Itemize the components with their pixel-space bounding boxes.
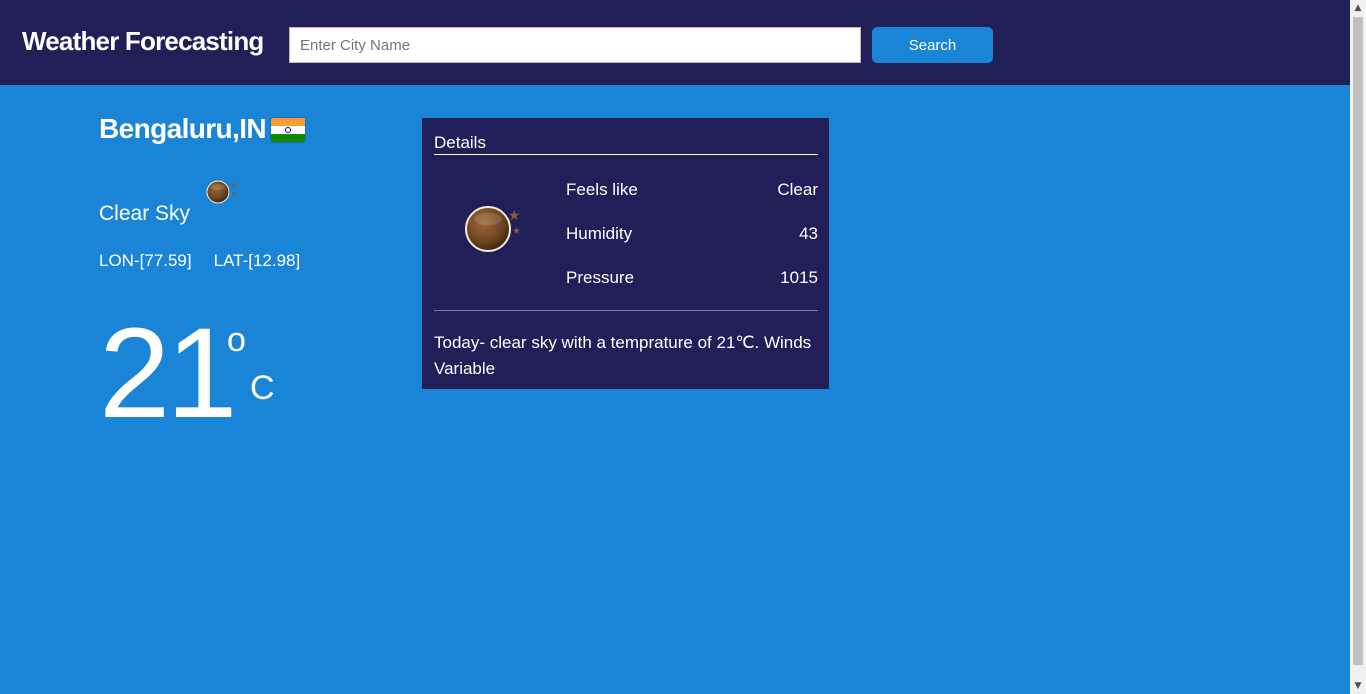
degree-symbol: o	[227, 321, 246, 359]
latitude: LAT-[12.98]	[213, 251, 301, 270]
detail-label: Pressure	[566, 268, 635, 287]
scroll-down-arrow-icon[interactable]: ▼	[1350, 678, 1366, 694]
detail-value: Clear	[777, 180, 818, 199]
scroll-thumb[interactable]	[1353, 17, 1363, 665]
city-search-input[interactable]	[289, 27, 861, 63]
scroll-up-arrow-icon[interactable]: ▲	[1350, 0, 1366, 16]
svg-text:★: ★	[231, 191, 236, 198]
detail-label: Humidity	[566, 224, 633, 243]
svg-text:★: ★	[230, 181, 237, 190]
details-card: Details ★ ★ Feels like Clear Humidity 43…	[422, 118, 829, 389]
city-name: Bengaluru,IN	[99, 113, 267, 144]
search-button[interactable]: Search	[872, 27, 993, 63]
svg-text:★: ★	[508, 207, 521, 223]
detail-value: 1015	[780, 268, 818, 287]
vertical-scrollbar[interactable]: ▲ ▼	[1350, 0, 1366, 694]
india-flag-icon	[271, 118, 305, 142]
detail-label: Feels like	[566, 180, 638, 199]
longitude: LON-[77.59]	[99, 251, 192, 270]
coordinates: LON-[77.59] LAT-[12.98]	[99, 251, 300, 271]
temperature-unit: C	[250, 369, 275, 407]
weather-summary: Today- clear sky with a temprature of 21…	[434, 333, 812, 378]
svg-text:★: ★	[512, 226, 521, 237]
temperature-value: 21	[99, 302, 237, 445]
app-title: Weather Forecasting	[22, 26, 264, 56]
divider	[434, 310, 818, 311]
weather-condition: Clear Sky	[99, 202, 191, 225]
details-title: Details	[434, 133, 818, 155]
detail-value: 43	[799, 224, 818, 243]
moon-icon: ★ ★	[206, 179, 238, 209]
navbar: Weather Forecasting Search	[0, 0, 1350, 85]
moon-icon: ★ ★	[462, 202, 526, 261]
